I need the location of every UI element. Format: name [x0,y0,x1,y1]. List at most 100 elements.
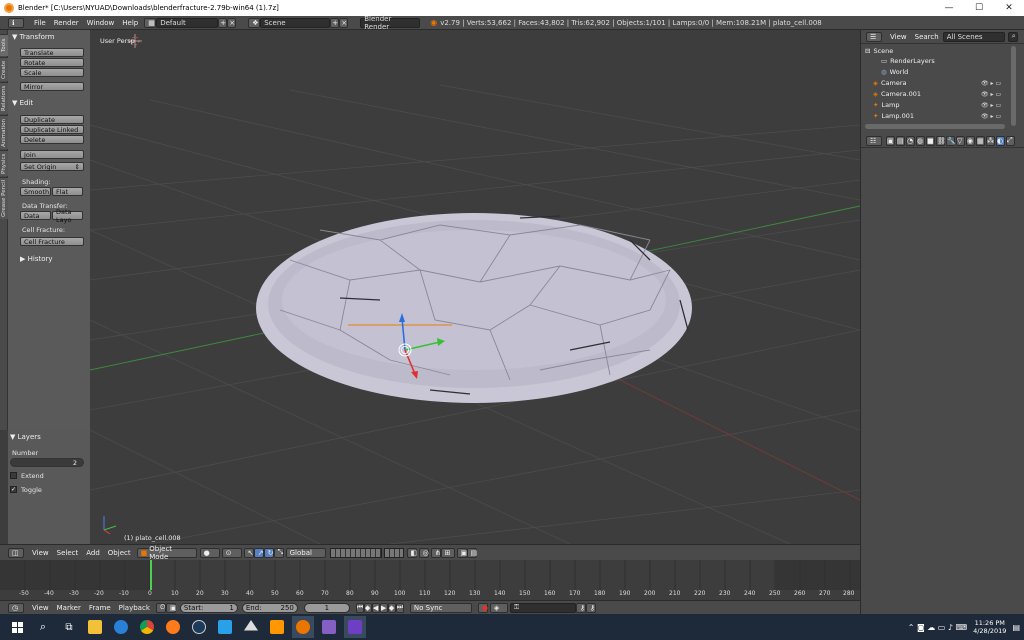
visual-studio-icon[interactable] [318,616,340,638]
layer-buttons-grid-2[interactable] [383,547,404,558]
properties-context-tabs[interactable]: ▣ ▤ ◔ ◍ ■ ⛓ 🔧 ▽ ◉ ▦ ⁂ ◐ ⤢ [886,135,1015,146]
modifiers-tab-icon[interactable]: 🔧 [946,135,956,146]
duplicate-linked-button[interactable]: Duplicate Linked [20,125,84,134]
flat-button[interactable]: Flat [52,187,83,196]
rotate-button[interactable]: Rotate [20,58,84,67]
delete-keyframe-icon[interactable]: ⚷ [585,602,596,613]
start-frame-field[interactable]: Start: 1 [179,602,238,613]
jump-keyframe-forward-icon[interactable]: ◆ [387,602,396,613]
constraints-tab-icon[interactable]: ⛓ [936,135,946,146]
screen-add-button[interactable]: + [218,17,228,28]
snap-element-icon[interactable]: ⊞ [440,547,455,558]
data-button[interactable]: Data [20,211,51,220]
viewport-canvas[interactable] [90,30,860,544]
menu-render[interactable]: Render [50,19,83,27]
snap-toggle-icon[interactable]: ⋔ [430,547,441,558]
render-engine-select[interactable]: Blender Render [360,15,421,31]
menu-file[interactable]: File [30,19,50,27]
opengl-render-anim-icon[interactable]: ▤ [466,547,477,558]
jump-end-icon[interactable]: ⏭ [395,602,404,613]
close-button[interactable]: ✕ [994,0,1024,16]
renderlayers-tab-icon[interactable]: ▤ [896,135,905,146]
screen-layout-icon[interactable]: ▦ [144,17,157,28]
file-explorer-icon[interactable] [84,616,106,638]
manipulator-toggle-icon[interactable]: ↖ [243,547,254,558]
smooth-button[interactable]: Smooth [20,187,51,196]
outliner-vertical-scrollbar[interactable] [1011,46,1016,126]
duplicate-button[interactable]: Duplicate [20,115,84,124]
mirror-button[interactable]: Mirror [20,82,84,91]
current-frame-field[interactable]: 1 [303,602,350,613]
unity-icon[interactable] [240,616,262,638]
number-field[interactable]: 2 [10,458,84,467]
screen-layout-field[interactable]: Default [156,17,219,28]
delete-button[interactable]: Delete [20,135,84,144]
maximize-button[interactable]: ☐ [964,0,994,16]
timeline-menu-view[interactable]: View [28,604,53,612]
menu-help[interactable]: Help [118,19,142,27]
data-tab-icon[interactable]: ▽ [956,135,965,146]
menu-window[interactable]: Window [83,19,119,27]
use-preview-range-icon[interactable]: ⏲ [155,602,166,613]
tab-grease-pencil[interactable]: Grease Pencil [0,177,8,219]
play-icon[interactable]: ▶ [379,602,388,613]
timeline-menu-frame[interactable]: Frame [85,604,115,612]
world-tab-icon[interactable]: ◍ [916,135,925,146]
editor-type-timeline-icon[interactable]: ◷ [8,602,24,613]
pivot-point-icon[interactable]: ⊙ [221,547,242,558]
outliner-menu-search[interactable]: Search [911,33,943,41]
cell-fracture-button[interactable]: Cell Fracture [20,237,84,246]
play-reverse-icon[interactable]: ◀ [371,602,380,613]
visibility-toggles[interactable]: 👁 ▸ ▭ 👁 ▸ ▭ 👁 ▸ ▭ 👁 ▸ ▭ [981,78,1009,122]
sublime-text-icon[interactable] [266,616,288,638]
tab-physics[interactable]: Physics [0,150,8,176]
outliner-row-renderlayers[interactable]: ▭ RenderLayers [881,56,1024,66]
edit-panel-header[interactable]: ▼ Edit [12,97,90,108]
editor-type-3d-icon[interactable]: ◫ [8,547,24,558]
object-tab-icon[interactable]: ■ [926,135,935,146]
3d-viewport[interactable]: User Persp (1) plato_cell.008 [90,30,860,544]
transform-orientation-select[interactable]: Global [285,547,326,558]
editor-type-info-icon[interactable]: ℹ [8,17,24,28]
extend-checkbox[interactable] [10,472,17,479]
layer-buttons-grid[interactable] [329,547,382,558]
scene-tab-icon[interactable]: ◔ [906,135,915,146]
scale-manipulator-icon[interactable]: ⤡ [273,547,284,558]
translate-manipulator-icon[interactable]: ↗ [253,547,264,558]
scene-icon[interactable]: ❖ [248,17,261,28]
timeline-menu-playback[interactable]: Playback [115,604,154,612]
tab-create[interactable]: Create [0,57,8,81]
timeline-menu-marker[interactable]: Marker [53,604,85,612]
tab-relations[interactable]: Relations [0,82,8,114]
windows-start-icon[interactable] [6,616,28,638]
transform-panel-header[interactable]: ▼ Transform [12,31,90,42]
mode-select[interactable]: ■ Object Mode [136,545,197,561]
outliner-horizontal-scrollbar[interactable] [865,124,1005,129]
screen-remove-button[interactable]: × [227,17,237,28]
timeline-area[interactable]: -50 -40 -30 -20 -10 0 10 20 30 40 50 60 … [0,560,860,600]
notifications-icon[interactable]: ▤ [1012,623,1020,632]
tab-tools[interactable]: Tools [0,34,8,56]
history-panel-header[interactable]: ▶ History [20,253,98,264]
outliner-search-icon[interactable]: ⌕ [1007,31,1018,42]
plate-object[interactable] [256,213,692,403]
jump-start-icon[interactable]: ⏮ [355,602,364,613]
lock-frame-icon[interactable]: ▣ [165,602,177,613]
editor-type-properties-icon[interactable]: ☷ [866,135,882,146]
insert-keyframe-icon[interactable]: ⚷ [575,602,586,613]
steam-icon[interactable] [188,616,210,638]
edge-icon[interactable] [110,616,132,638]
data-layout-button[interactable]: Data Layo [52,208,83,224]
pin-icon[interactable]: ⤢ [1006,135,1015,146]
tray-icons[interactable]: ⌃ ◙ ☁ ▭ ♪ ⌨ [908,623,967,632]
menu-select[interactable]: Select [53,549,83,557]
join-button[interactable]: Join [20,150,84,159]
viewport-shading-icon[interactable]: ● [199,547,220,558]
physics-tab-icon[interactable]: ◐ [996,135,1005,146]
tab-animation[interactable]: Animation [0,115,8,149]
scene-remove-button[interactable]: × [339,17,349,28]
rotate-manipulator-icon[interactable]: ↻ [263,547,274,558]
jump-keyframe-back-icon[interactable]: ◆ [363,602,372,613]
translate-button[interactable]: Translate [20,48,84,57]
menu-view[interactable]: View [28,549,53,557]
